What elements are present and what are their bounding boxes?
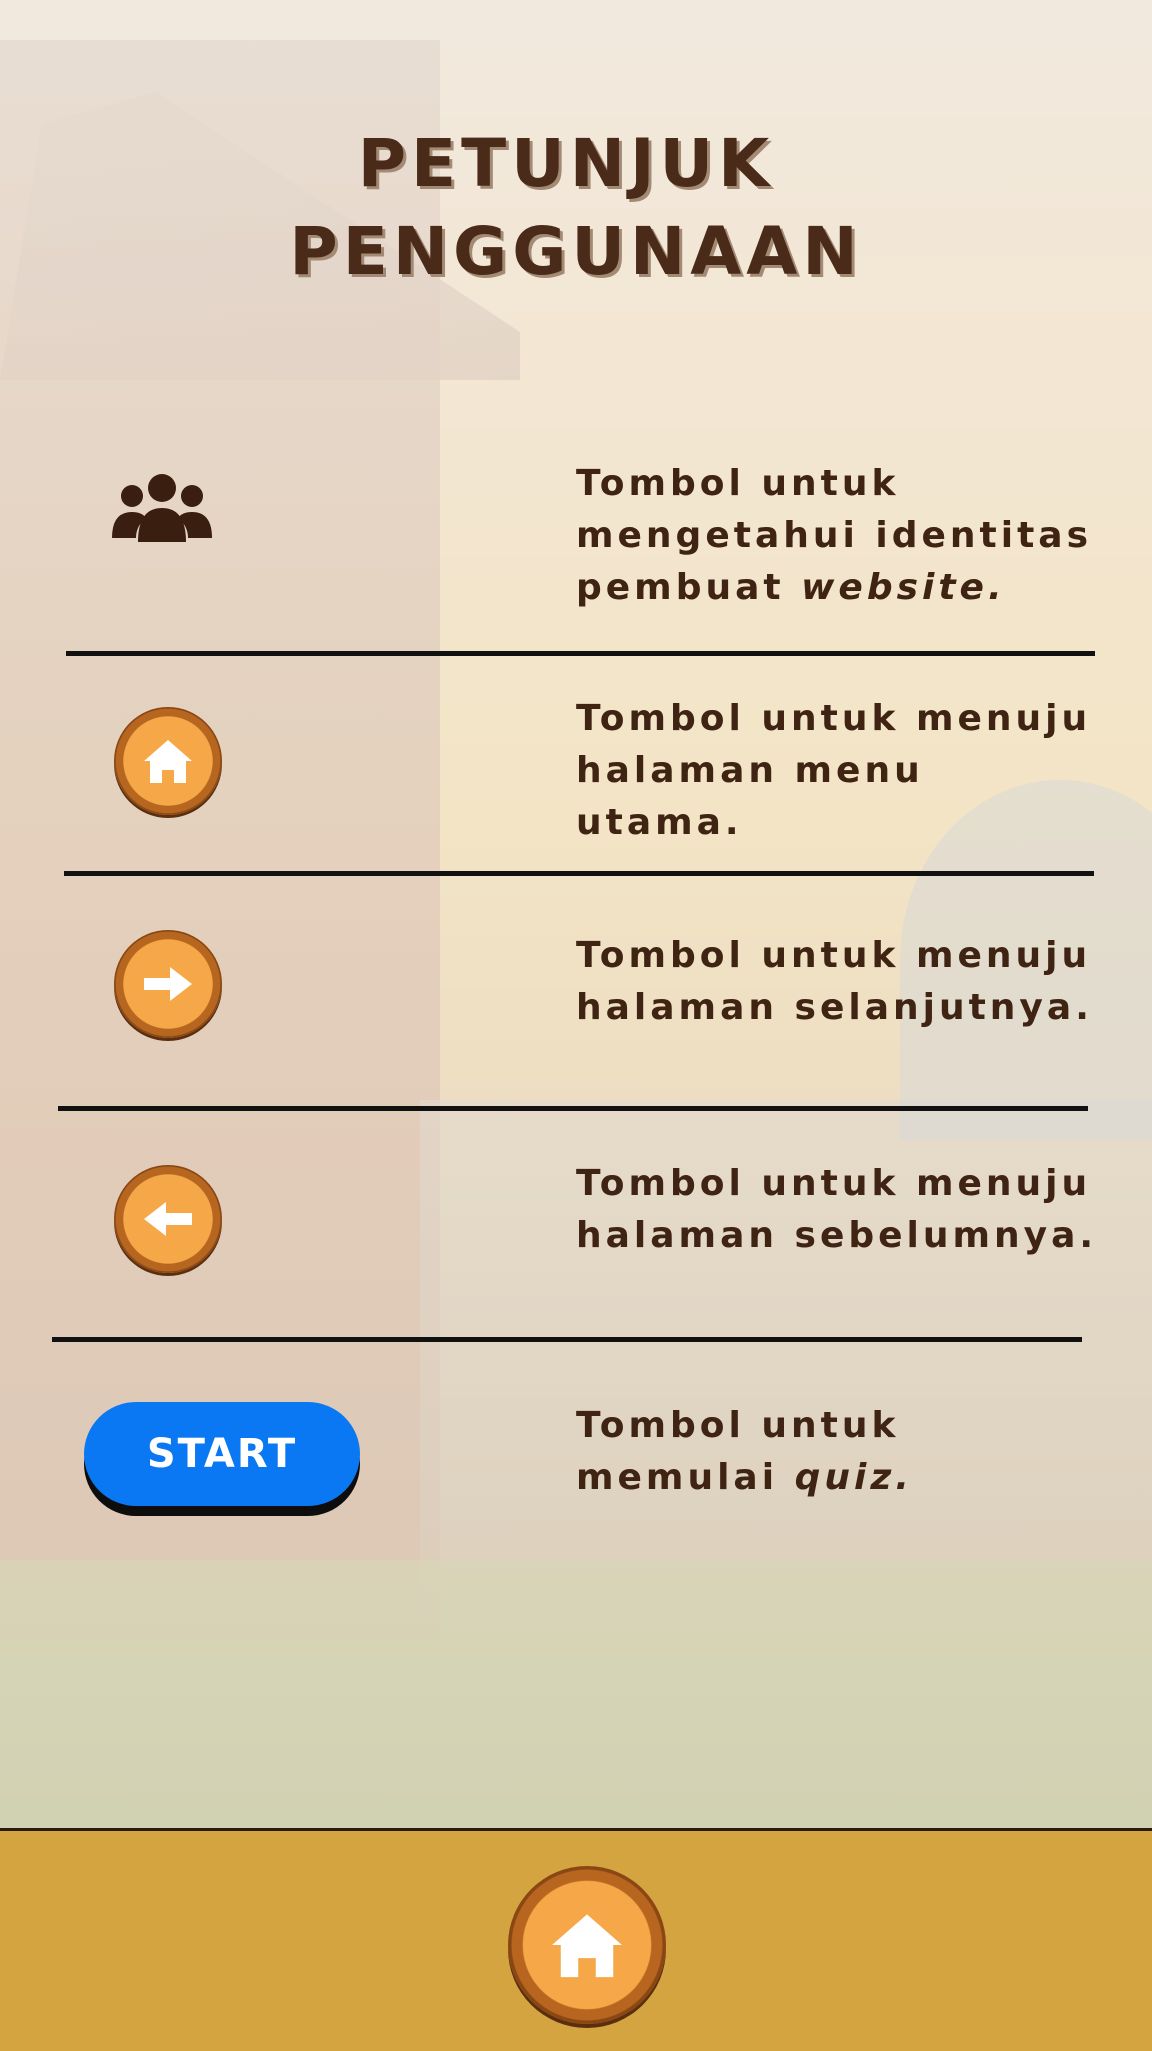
instruction-text: Tombol untuk menuju halaman selanjutnya. bbox=[576, 935, 1093, 1028]
page-title-line-1: PETUNJUK bbox=[357, 125, 775, 202]
previous-button[interactable] bbox=[114, 1165, 222, 1273]
start-button[interactable]: START bbox=[84, 1402, 360, 1506]
arrow-right-icon bbox=[144, 967, 192, 1001]
page-title: PETUNJUK PENGGUNAAN bbox=[0, 120, 1152, 296]
home-button[interactable] bbox=[114, 707, 222, 815]
footer-home-button[interactable] bbox=[508, 1866, 666, 2024]
instruction-text: Tombol untuk menuju halaman sebelumnya. bbox=[576, 1163, 1098, 1256]
divider bbox=[66, 651, 1095, 656]
divider bbox=[64, 871, 1094, 876]
home-icon bbox=[144, 740, 192, 783]
next-button[interactable] bbox=[114, 930, 222, 1038]
instruction-text: Tombol untuk menuju halaman menu utama. bbox=[576, 698, 1092, 843]
instruction-text-italic: quiz. bbox=[794, 1457, 913, 1498]
home-icon bbox=[552, 1914, 622, 1978]
arrow-left-icon bbox=[144, 1202, 192, 1236]
divider bbox=[52, 1337, 1082, 1342]
page-title-line-2: PENGGUNAAN bbox=[289, 213, 863, 290]
divider bbox=[58, 1106, 1088, 1111]
instruction-text-italic: website. bbox=[801, 567, 1006, 608]
people-icon[interactable] bbox=[112, 472, 212, 542]
instruction-text: Tombol untuk memulai quiz. bbox=[576, 1400, 1106, 1504]
instruction-text: Tombol untuk mengetahui identitas pembua… bbox=[576, 458, 1106, 614]
